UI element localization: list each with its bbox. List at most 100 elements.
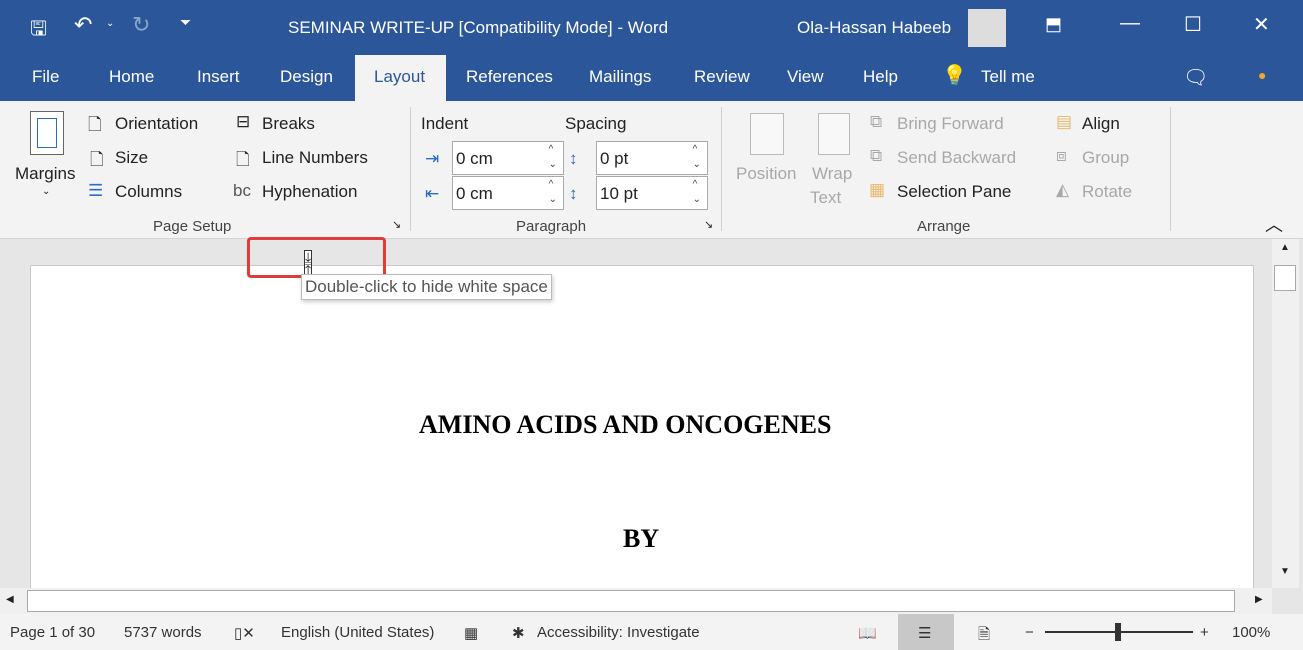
proofing-icon[interactable]: ▯✕ [234, 624, 255, 642]
spacing-before-input[interactable]: 0 pt ^ ⌄ [596, 141, 708, 175]
maximize-icon[interactable]: ☐ [1184, 12, 1202, 37]
undo-icon[interactable]: ↶ [74, 12, 92, 38]
tab-review[interactable]: Review [680, 55, 764, 101]
paragraph-group-label: Paragraph [516, 218, 587, 235]
line-numbers-icon: 🗋 [236, 150, 250, 169]
tab-layout[interactable]: Layout [355, 55, 446, 101]
size-button[interactable]: Size [115, 148, 148, 168]
ribbon-display-icon[interactable]: ⬒ [1045, 14, 1062, 35]
group-button[interactable]: Group [1082, 148, 1129, 168]
web-layout-icon[interactable]: 🗎 [978, 624, 990, 649]
accessibility-status[interactable]: Accessibility: Investigate [537, 624, 700, 641]
align-icon: ▤ [1056, 112, 1073, 131]
document-page[interactable]: AMINO ACIDS AND ONCOGENES BY [30, 265, 1254, 595]
wrap-text-label2: Text [810, 188, 842, 207]
paragraph-launcher-icon[interactable]: ↘ [704, 218, 713, 231]
margins-button[interactable]: Margins [15, 164, 75, 184]
tab-mailings[interactable]: Mailings [575, 55, 665, 101]
wrap-text-button[interactable]: Wrap [812, 164, 852, 184]
spacing-before-icon: ↕ [569, 149, 578, 168]
document-title: SEMINAR WRITE-UP [Compatibility Mode] - … [288, 18, 669, 37]
spacing-after-input[interactable]: 10 pt ^ ⌄ [596, 176, 708, 210]
selection-pane-icon: ▦ [869, 180, 886, 199]
tab-view[interactable]: View [773, 55, 838, 101]
accessibility-icon[interactable]: ✱ [512, 624, 525, 642]
scroll-left-icon[interactable]: ◀ [6, 594, 14, 605]
minimize-icon[interactable]: — [1120, 12, 1140, 35]
tell-me-search[interactable]: Tell me [967, 55, 1049, 101]
highlight-box [247, 237, 386, 278]
vertical-scrollbar[interactable]: ▲ ▼ [1272, 239, 1299, 588]
collapse-ribbon-icon[interactable]: ︿ [1265, 211, 1283, 237]
divider [721, 107, 722, 231]
track-changes-icon[interactable]: ▦ [464, 624, 478, 642]
tab-insert[interactable]: Insert [183, 55, 254, 101]
word-count[interactable]: 5737 words [124, 624, 202, 641]
close-icon[interactable]: ✕ [1253, 12, 1270, 37]
zoom-level[interactable]: 100% [1232, 624, 1270, 641]
hyphenation-button[interactable]: Hyphenation [262, 182, 357, 202]
comments-icon[interactable]: 🗨 [1183, 65, 1208, 90]
orientation-icon: 🗋 [88, 115, 102, 134]
hide-white-space-cursor-icon[interactable]: ⤓ ⤒ [304, 250, 313, 276]
lightbulb-icon: 💡 [942, 65, 967, 87]
status-bar: Page 1 of 30 5737 words ▯✕ English (Unit… [0, 614, 1303, 650]
print-layout-icon: ☰ [918, 625, 932, 642]
zoom-in-icon[interactable]: + [1200, 624, 1209, 641]
indent-left-icon: ⇥ [425, 149, 440, 168]
document-area: AMINO ACIDS AND ONCOGENES BY ⤓ ⤒ Double-c… [0, 237, 1272, 595]
position-icon [750, 113, 784, 155]
zoom-out-icon[interactable]: − [1025, 624, 1034, 641]
align-button[interactable]: Align [1082, 114, 1120, 134]
bring-forward-button[interactable]: Bring Forward [897, 114, 1004, 134]
bring-forward-icon: ⧉ [870, 112, 883, 131]
undo-dropdown-icon[interactable]: ⌄ [106, 18, 114, 29]
tab-file[interactable]: File [18, 55, 73, 101]
avatar[interactable] [968, 9, 1006, 47]
spacing-after-icon: ↕ [569, 184, 578, 203]
line-numbers-button[interactable]: Line Numbers [262, 148, 368, 168]
position-button[interactable]: Position [736, 164, 796, 184]
scroll-right-icon[interactable]: ▶ [1255, 594, 1263, 605]
hyphenation-icon: bc [233, 181, 251, 200]
send-backward-button[interactable]: Send Backward [897, 148, 1016, 168]
notification-dot-icon: ● [1258, 67, 1267, 83]
tab-design[interactable]: Design [266, 55, 347, 101]
arrange-group-label: Arrange [917, 218, 971, 235]
save-icon[interactable]: 🖫 [30, 14, 47, 48]
hscroll-thumb[interactable] [27, 590, 1235, 612]
customize-qat-icon[interactable]: ⏷ [180, 14, 191, 31]
language[interactable]: English (United States) [281, 624, 434, 641]
scroll-thumb[interactable] [1274, 265, 1296, 291]
horizontal-scrollbar[interactable]: ◀ ▶ [0, 588, 1272, 614]
page-setup-group-label: Page Setup [153, 218, 232, 235]
read-mode-icon[interactable]: 📖 [858, 624, 877, 642]
zoom-slider-thumb[interactable] [1115, 623, 1121, 641]
document-by-text: BY [623, 524, 660, 553]
margins-icon [30, 111, 64, 155]
title-bar: 🖫 ↶ ⌄ ↻ ⏷ SEMINAR WRITE-UP [Compatibilit… [0, 0, 1303, 55]
columns-icon: ☰ [88, 181, 104, 200]
tab-references[interactable]: References [452, 55, 567, 101]
tab-home[interactable]: Home [95, 55, 168, 101]
divider [410, 107, 411, 231]
columns-button[interactable]: Columns [115, 182, 182, 202]
tooltip: Double-click to hide white space [301, 274, 552, 300]
rotate-button[interactable]: Rotate [1082, 182, 1132, 202]
size-icon: 🗋 [90, 150, 104, 169]
print-layout-button[interactable]: ☰ [898, 614, 954, 650]
page-count[interactable]: Page 1 of 30 [10, 624, 95, 641]
scroll-down-icon[interactable]: ▼ [1280, 566, 1290, 577]
page-setup-launcher-icon[interactable]: ↘ [392, 218, 401, 231]
redo-icon[interactable]: ↻ [132, 12, 150, 38]
breaks-button[interactable]: Breaks [262, 114, 315, 134]
spacing-label: Spacing [565, 114, 627, 133]
indent-right-input[interactable]: 0 cm ^ ⌄ [452, 176, 564, 210]
margins-dropdown-icon[interactable]: ⌄ [42, 186, 50, 197]
tab-help[interactable]: Help [849, 55, 912, 101]
scroll-up-icon[interactable]: ▲ [1280, 242, 1290, 253]
orientation-button[interactable]: Orientation [115, 114, 198, 134]
selection-pane-button[interactable]: Selection Pane [897, 182, 1011, 202]
indent-left-input[interactable]: 0 cm ^ ⌄ [452, 141, 564, 175]
user-name[interactable]: Ola-Hassan Habeeb [797, 18, 951, 38]
